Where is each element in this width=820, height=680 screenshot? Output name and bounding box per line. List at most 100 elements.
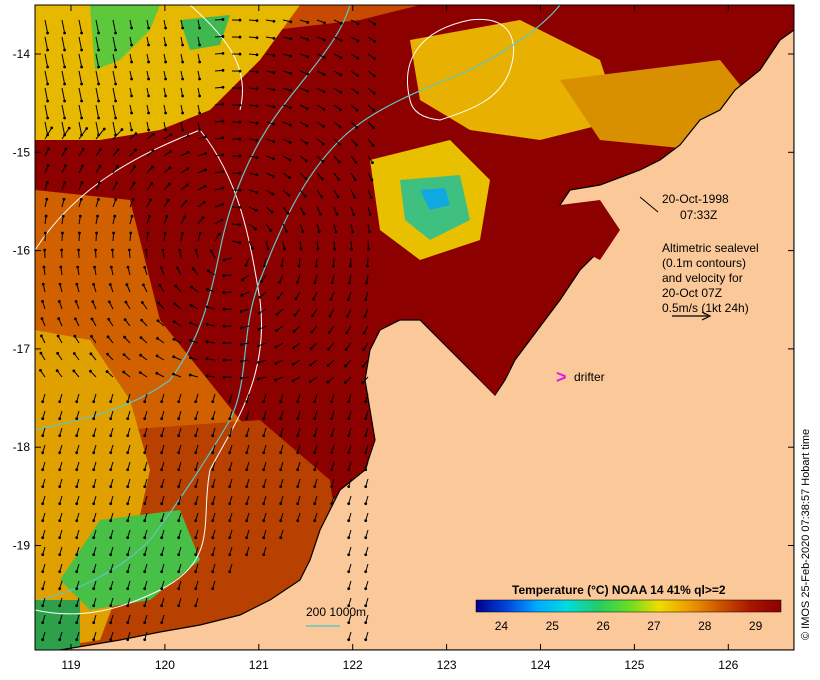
velocity-arrow-head	[245, 502, 249, 506]
velocity-arrow-head	[156, 319, 160, 323]
velocity-arrow-head	[189, 303, 193, 307]
velocity-arrow-head	[238, 52, 242, 56]
velocity-arrow-head	[92, 502, 96, 506]
velocity-arrow-head	[130, 26, 134, 30]
velocity-arrow-head	[81, 147, 85, 151]
velocity-arrow-head	[80, 65, 83, 69]
velocity-arrow-head	[147, 77, 151, 81]
velocity-arrow-head	[149, 198, 153, 202]
velocity-arrow-head	[278, 280, 281, 284]
velocity-arrow-head	[181, 231, 184, 235]
velocity-arrow-head	[260, 280, 263, 283]
velocity-arrow-head	[109, 468, 113, 472]
velocity-arrow-head	[92, 604, 96, 608]
velocity-arrow-head	[347, 587, 351, 591]
velocity-arrow-head	[330, 400, 334, 404]
velocity-arrow-head	[130, 111, 134, 115]
velocity-arrow-head	[63, 99, 66, 103]
velocity-arrow-head	[174, 284, 178, 288]
velocity-arrow-head	[140, 318, 143, 322]
velocity-arrow-head	[190, 285, 194, 289]
velocity-arrow-head	[147, 60, 151, 64]
velocity-arrow-head	[92, 587, 96, 591]
velocity-arrow-head	[163, 231, 167, 235]
velocity-arrow-head	[102, 127, 106, 131]
velocity-arrow-head	[181, 26, 185, 30]
longitude-tick-label: 119	[61, 658, 80, 672]
velocity-arrow-head	[139, 353, 143, 357]
velocity-arrow-head	[140, 301, 144, 304]
velocity-arrow-head	[58, 553, 62, 557]
velocity-arrow-head	[152, 132, 155, 136]
velocity-arrow-head	[160, 485, 164, 489]
velocity-arrow-head	[75, 638, 79, 642]
velocity-arrow-head	[319, 212, 322, 216]
velocity-arrow-head	[58, 536, 62, 540]
velocity-arrow-head	[255, 104, 259, 108]
velocity-arrow-head	[46, 48, 49, 52]
velocity-arrow-head	[198, 111, 202, 115]
velocity-arrow-head	[75, 502, 79, 506]
velocity-arrow-head	[109, 621, 113, 625]
velocity-arrow-head	[347, 638, 351, 642]
velocity-arrow-head	[112, 231, 116, 235]
velocity-arrow-head	[228, 417, 232, 421]
velocity-arrow-head	[206, 269, 210, 273]
velocity-arrow-head	[97, 197, 100, 201]
velocity-arrow-head	[41, 604, 45, 608]
velocity-arrow-head	[361, 381, 364, 385]
velocity-arrow-head	[177, 519, 181, 523]
velocity-arrow-head	[364, 485, 368, 489]
velocity-arrow-head	[177, 553, 181, 557]
velocity-arrow-head	[56, 351, 60, 355]
velocity-arrow-head	[312, 297, 315, 301]
velocity-arrow-head	[194, 604, 198, 608]
velocity-arrow-head	[41, 485, 45, 489]
velocity-arrow-head	[60, 248, 64, 252]
velocity-arrow-head	[129, 231, 133, 235]
velocity-arrow-head	[58, 638, 62, 642]
velocity-arrow-head	[58, 621, 62, 625]
velocity-arrow-head	[320, 195, 323, 198]
velocity-arrow-head	[245, 485, 249, 489]
velocity-arrow-head	[194, 485, 198, 489]
velocity-arrow-head	[221, 35, 225, 38]
velocity-arrow-head	[181, 60, 185, 64]
velocity-arrow-head	[364, 519, 368, 523]
velocity-arrow-head	[160, 451, 164, 455]
velocity-arrow-head	[313, 451, 317, 455]
velocity-arrow-head	[76, 265, 80, 269]
velocity-arrow-head	[245, 451, 249, 455]
velocity-arrow-head	[221, 186, 225, 190]
credit-text: © IMOS 25-Feb-2020 07:38:57 Hobart time	[800, 428, 812, 640]
velocity-arrow-head	[147, 128, 151, 132]
velocity-arrow-head	[58, 519, 62, 523]
velocity-arrow-head	[239, 310, 243, 313]
velocity-arrow-head	[330, 281, 334, 285]
velocity-arrow-head	[198, 128, 202, 132]
velocity-arrow-head	[339, 73, 343, 77]
velocity-arrow-head	[109, 502, 113, 506]
velocity-arrow-head	[255, 138, 259, 142]
velocity-arrow-head	[147, 43, 151, 47]
velocity-arrow-head	[57, 300, 61, 303]
velocity-arrow-head	[327, 331, 331, 334]
velocity-arrow-head	[221, 85, 225, 89]
velocity-arrow-head	[189, 338, 192, 342]
velocity-arrow-head	[74, 300, 78, 303]
longitude-tick-label: 125	[624, 658, 644, 672]
velocity-arrow-head	[279, 536, 283, 540]
velocity-arrow-head	[181, 128, 185, 132]
velocity-arrow-head	[309, 380, 312, 383]
velocity-arrow-head	[57, 317, 61, 321]
velocity-arrow-head	[75, 400, 79, 404]
velocity-arrow-head	[62, 197, 66, 201]
velocity-arrow-head	[126, 400, 130, 404]
velocity-arrow-head	[262, 536, 266, 540]
velocity-arrow-head	[347, 400, 351, 404]
velocity-arrow-head	[279, 400, 283, 404]
velocity-arrow-head	[58, 485, 62, 489]
velocity-arrow-head	[109, 451, 113, 455]
velocity-arrow-head	[266, 247, 270, 251]
drifter-label: drifter	[574, 370, 605, 384]
